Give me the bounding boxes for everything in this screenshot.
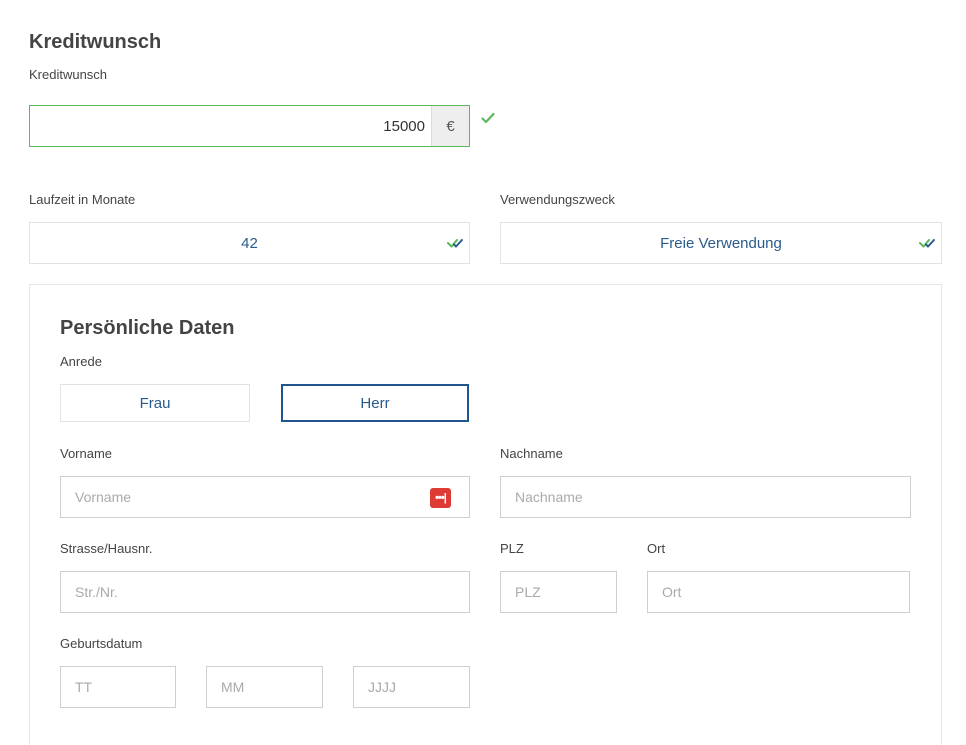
city-label: Ort: [647, 541, 666, 556]
zip-input[interactable]: [501, 572, 616, 612]
city-field[interactable]: [647, 571, 910, 613]
birth-month-field[interactable]: [206, 666, 323, 708]
street-field[interactable]: [60, 571, 470, 613]
zip-label: PLZ: [500, 541, 524, 556]
check-icon: [481, 112, 495, 124]
term-select[interactable]: 42: [29, 222, 470, 264]
credit-amount-field[interactable]: €: [29, 105, 470, 147]
first-name-input[interactable]: [61, 477, 469, 517]
birth-day-field[interactable]: [60, 666, 176, 708]
double-check-icon: [447, 239, 463, 248]
last-name-field[interactable]: [500, 476, 911, 518]
first-name-field[interactable]: •••|: [60, 476, 470, 518]
last-name-label: Nachname: [500, 446, 563, 461]
purpose-select[interactable]: Freie Verwendung: [500, 222, 942, 264]
salutation-label: Anrede: [60, 354, 102, 369]
first-name-label: Vorname: [60, 446, 113, 461]
last-name-input[interactable]: [501, 477, 910, 517]
city-input[interactable]: [648, 572, 909, 612]
password-manager-icon[interactable]: •••|: [430, 488, 451, 508]
double-check-icon: [919, 239, 935, 248]
credit-amount-input[interactable]: [30, 106, 431, 146]
birth-month-input[interactable]: [207, 667, 322, 707]
salutation-option-herr[interactable]: Herr: [281, 384, 469, 422]
birth-date-label: Geburtsdatum: [60, 636, 143, 651]
salutation-option-frau[interactable]: Frau: [60, 384, 250, 422]
currency-addon: €: [431, 106, 469, 146]
street-label: Strasse/Hausnr.: [60, 541, 153, 556]
zip-field[interactable]: [500, 571, 617, 613]
personal-heading: Persönliche Daten: [60, 317, 235, 339]
credit-amount-label: Kreditwunsch: [29, 67, 108, 82]
birth-day-input[interactable]: [61, 667, 175, 707]
term-value: 42: [241, 234, 258, 252]
birth-year-field[interactable]: [353, 666, 470, 708]
street-input[interactable]: [61, 572, 469, 612]
purpose-value: Freie Verwendung: [660, 234, 782, 252]
term-label: Laufzeit in Monate: [29, 192, 136, 207]
purpose-label: Verwendungszweck: [500, 192, 615, 207]
credit-heading: Kreditwunsch: [29, 31, 162, 53]
birth-year-input[interactable]: [354, 667, 469, 707]
